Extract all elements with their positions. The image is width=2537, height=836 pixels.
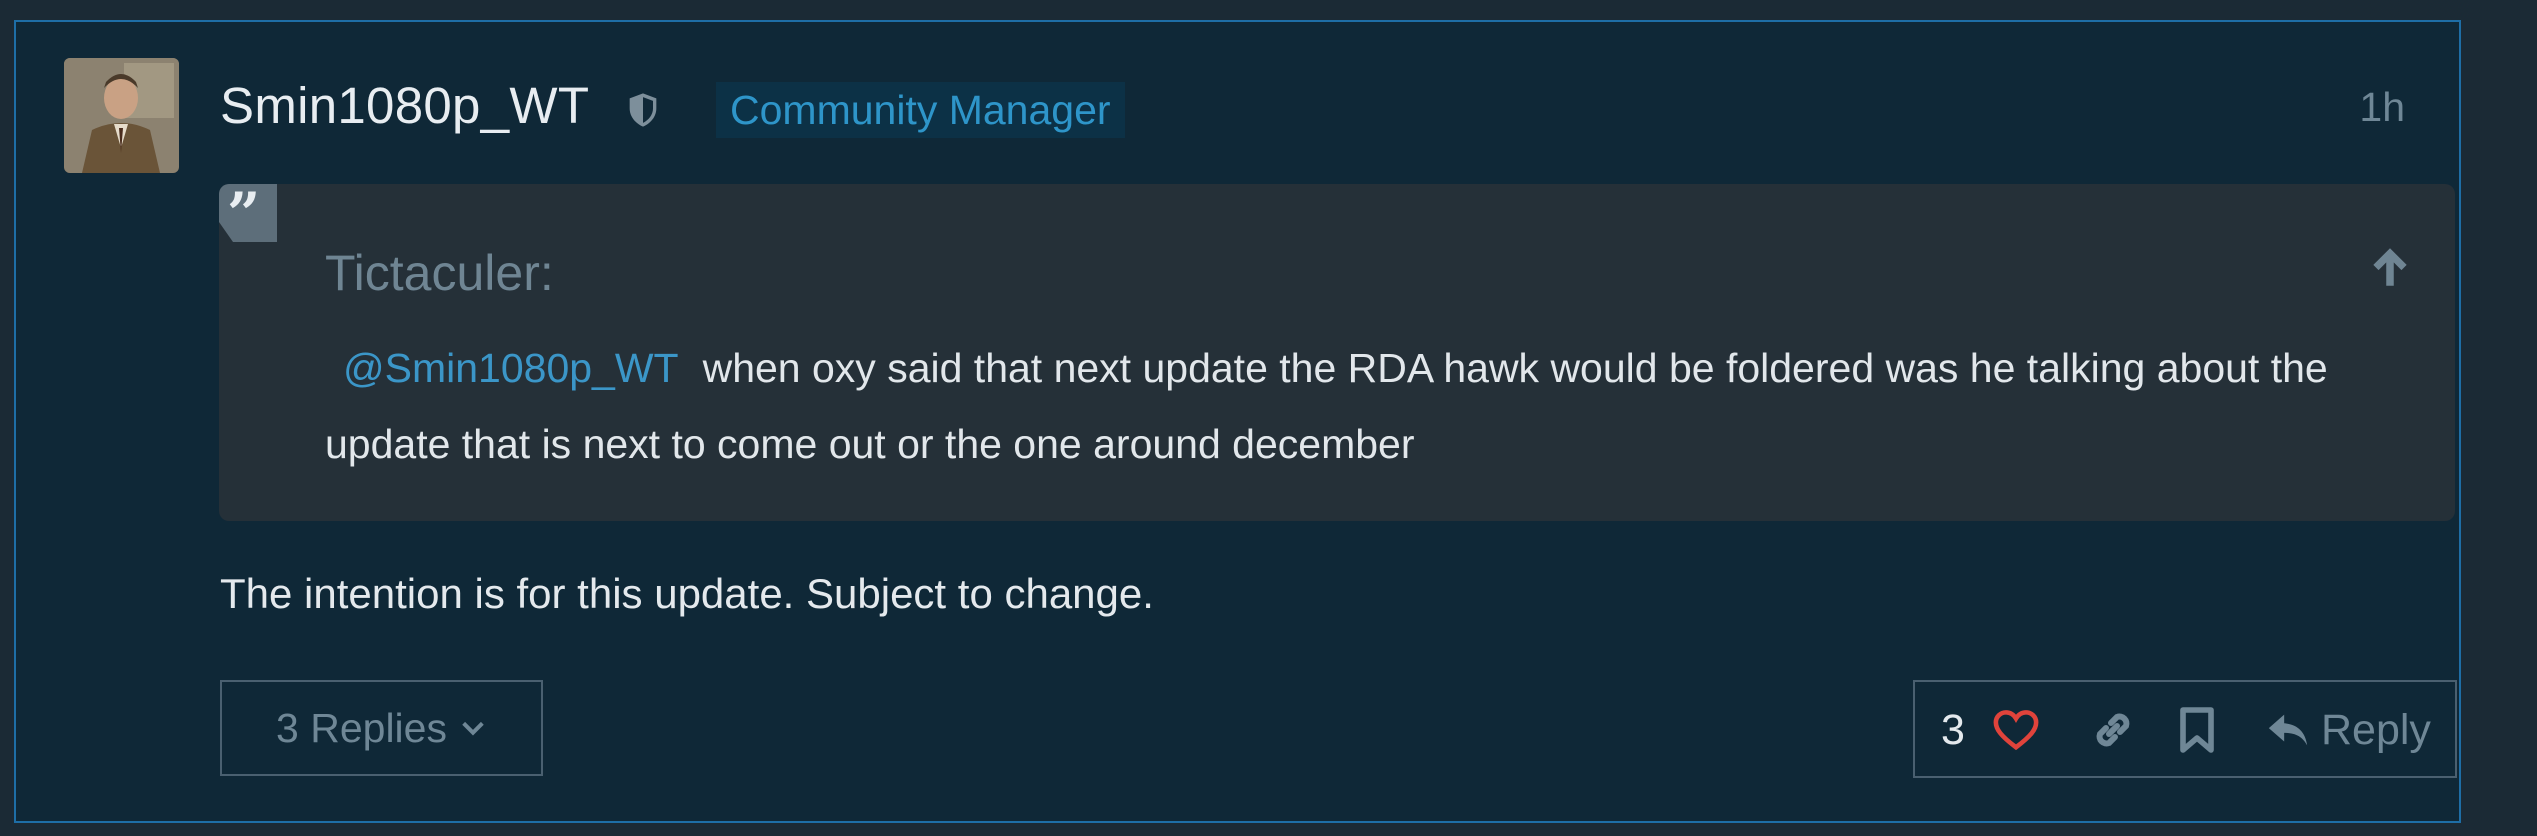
- user-title-badge[interactable]: Community Manager: [716, 82, 1125, 138]
- quote-block: ” Tictaculer: @Smin1080p_WT when oxy said…: [219, 180, 2455, 521]
- post-container: Smin1080p_WT Community Manager 1h ” Tict…: [14, 20, 2461, 823]
- svg-text:”: ”: [227, 184, 260, 242]
- reply-icon: [2268, 714, 2308, 746]
- bookmark-icon[interactable]: [2177, 706, 2217, 754]
- post-body: The intention is for this update. Subjec…: [220, 570, 1154, 617]
- reply-label: Reply: [2321, 705, 2431, 754]
- link-icon[interactable]: [2089, 706, 2137, 754]
- post-actions: 3 Reply: [1913, 680, 2457, 778]
- quote-text: @Smin1080p_WT when oxy said that next upd…: [325, 330, 2395, 482]
- post-timestamp[interactable]: 1h: [2359, 84, 2405, 131]
- reply-button[interactable]: Reply: [2265, 700, 2431, 760]
- chevron-down-icon: [462, 721, 484, 736]
- arrow-up-icon[interactable]: [2365, 242, 2415, 292]
- avatar[interactable]: [64, 58, 179, 173]
- username[interactable]: Smin1080p_WT: [220, 76, 589, 135]
- heart-icon[interactable]: [1993, 708, 2039, 752]
- replies-label: 3 Replies: [276, 704, 447, 751]
- quote-author: Tictaculer:: [325, 245, 554, 301]
- user-mention-link[interactable]: @Smin1080p_WT: [343, 345, 679, 391]
- quote-icon: ”: [219, 180, 277, 248]
- moderator-shield-icon: [629, 93, 657, 127]
- show-replies-button[interactable]: 3 Replies: [220, 680, 543, 776]
- like-count[interactable]: 3: [1941, 706, 1965, 755]
